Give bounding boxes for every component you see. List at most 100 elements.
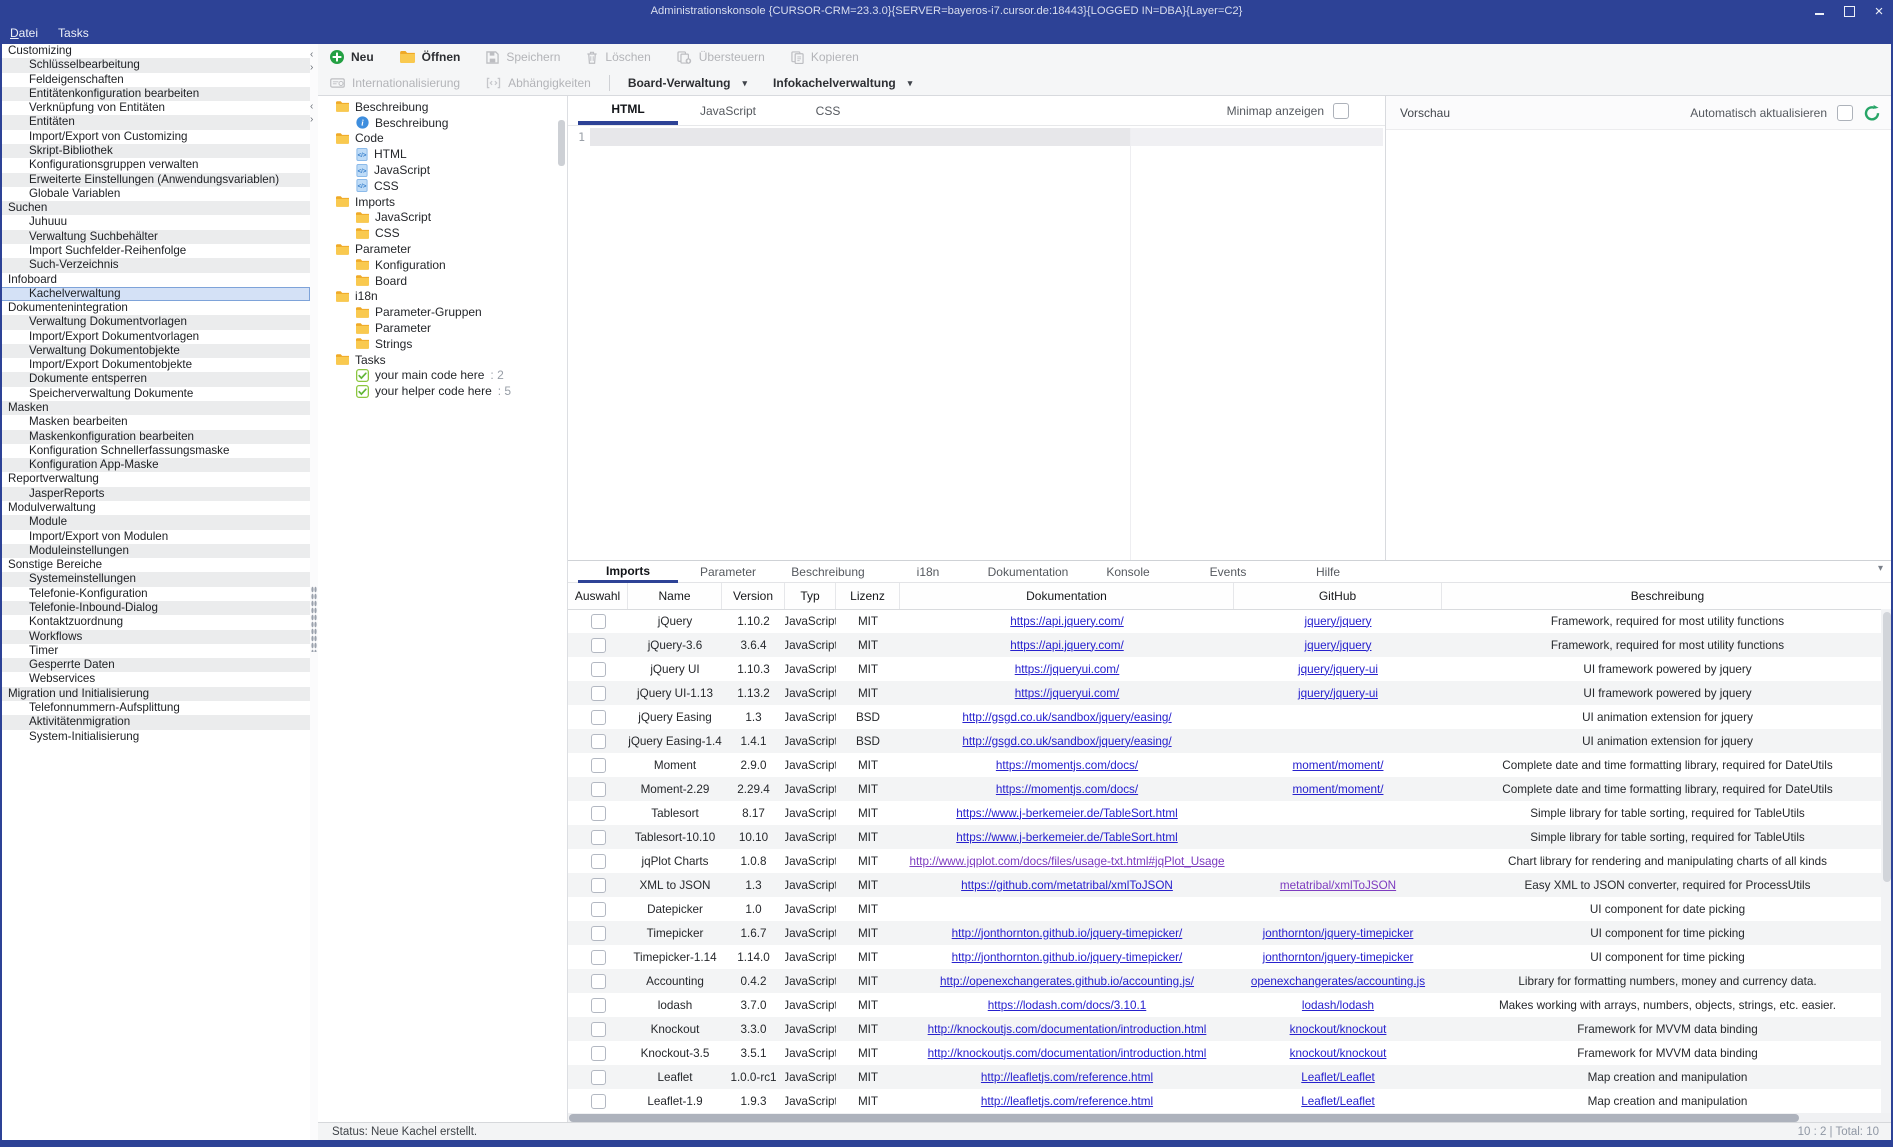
table-row-datepicker[interactable]: Datepicker1.0JavaScriptMITUI component f…: [568, 897, 1893, 921]
menu-item-datei[interactable]: Datei: [10, 26, 38, 40]
sidebar-item-jasperreports[interactable]: JasperReports: [0, 487, 310, 501]
sidebar-item-juhuuu[interactable]: Juhuuu: [0, 215, 310, 229]
sidebar-item-import-export-dokumentobjekte[interactable]: Import/Export Dokumentobjekte: [0, 358, 310, 372]
table-row-moment[interactable]: Moment2.9.0JavaScriptMIThttps://momentjs…: [568, 753, 1893, 777]
sidebar-item-telefonnummern-aufsplittung[interactable]: Telefonnummern-Aufsplittung: [0, 701, 310, 715]
documentation-link[interactable]: http://gsgd.co.uk/sandbox/jquery/easing/: [962, 735, 1171, 748]
documentation-link[interactable]: http://knockoutjs.com/documentation/intr…: [928, 1047, 1207, 1060]
github-link[interactable]: openexchangerates/accounting.js: [1251, 975, 1425, 988]
github-link[interactable]: knockout/knockout: [1290, 1023, 1387, 1036]
table-row-jquery-easing[interactable]: jQuery Easing1.3JavaScriptBSDhttp://gsgd…: [568, 705, 1893, 729]
bottom-tab-events[interactable]: Events: [1178, 561, 1278, 583]
sidebar-section-masken[interactable]: Masken: [0, 401, 310, 415]
table-row-jquery[interactable]: jQuery1.10.2JavaScriptMIThttps://api.jqu…: [568, 609, 1893, 633]
sidebar-item-import-export-von-customizing[interactable]: Import/Export von Customizing: [0, 130, 310, 144]
column-header-auswahl[interactable]: Auswahl: [568, 583, 628, 609]
sidebar-item-gesperrte-daten[interactable]: Gesperrte Daten: [0, 658, 310, 672]
row-checkbox[interactable]: [591, 926, 606, 941]
tree-item-imports[interactable]: Imports: [318, 194, 567, 210]
sidebar-item-kachelverwaltung[interactable]: Kachelverwaltung: [0, 287, 310, 301]
table-row-jquery-easing-1-4[interactable]: jQuery Easing-1.41.4.1JavaScriptBSDhttp:…: [568, 729, 1893, 753]
bottom-tab-imports[interactable]: Imports: [578, 561, 678, 583]
row-checkbox[interactable]: [591, 686, 606, 701]
toolbar-button-kopieren[interactable]: Kopieren: [791, 50, 859, 64]
sidebar-item-speicherverwaltung-dokumente[interactable]: Speicherverwaltung Dokumente: [0, 387, 310, 401]
sidebar-item-workflows[interactable]: Workflows: [0, 630, 310, 644]
table-row-timepicker-1-14[interactable]: Timepicker-1.141.14.0JavaScriptMIThttp:/…: [568, 945, 1893, 969]
github-link[interactable]: jquery/jquery-ui: [1298, 663, 1378, 676]
collapse-left-icon[interactable]: ‹: [310, 102, 313, 112]
sidebar-item-konfiguration-app-maske[interactable]: Konfiguration App-Maske: [0, 458, 310, 472]
documentation-link[interactable]: https://api.jquery.com/: [1010, 639, 1123, 652]
table-row-tablesort[interactable]: Tablesort8.17JavaScriptMIThttps://www.j-…: [568, 801, 1893, 825]
documentation-link[interactable]: https://jqueryui.com/: [1015, 687, 1120, 700]
documentation-link[interactable]: https://www.j-berkemeier.de/TableSort.ht…: [956, 807, 1178, 820]
chevron-down-icon[interactable]: ▾: [1878, 563, 1883, 574]
table-row-knockout[interactable]: Knockout3.3.0JavaScriptMIThttp://knockou…: [568, 1017, 1893, 1041]
sidebar-item-maskenkonfiguration-bearbeiten[interactable]: Maskenkonfiguration bearbeiten: [0, 430, 310, 444]
table-row-tablesort-10-10[interactable]: Tablesort-10.1010.10JavaScriptMIThttps:/…: [568, 825, 1893, 849]
column-header-version[interactable]: Version: [722, 583, 785, 609]
sidebar-item-entit-ten[interactable]: Entitäten: [0, 115, 310, 129]
toolbar-button-abh-ngigkeiten[interactable]: Abhängigkeiten: [486, 76, 591, 90]
splitter-handle[interactable]: [311, 586, 317, 652]
documentation-link[interactable]: https://api.jquery.com/: [1010, 615, 1123, 628]
toolbar-button-bersteuern[interactable]: Übersteuern: [677, 50, 765, 64]
sidebar-item-masken-bearbeiten[interactable]: Masken bearbeiten: [0, 415, 310, 429]
expand-right-icon[interactable]: ›: [310, 63, 313, 73]
row-checkbox[interactable]: [591, 734, 606, 749]
sidebar-item-skript-bibliothek[interactable]: Skript-Bibliothek: [0, 144, 310, 158]
github-link[interactable]: Leaflet/Leaflet: [1301, 1071, 1374, 1084]
sidebar-item-verwaltung-suchbeh-lter[interactable]: Verwaltung Suchbehälter: [0, 230, 310, 244]
editor-tab-css[interactable]: CSS: [778, 96, 878, 125]
documentation-link[interactable]: http://jonthornton.github.io/jquery-time…: [952, 927, 1183, 940]
sidebar-item-verkn-pfung-von-entit-ten[interactable]: Verknüpfung von Entitäten: [0, 101, 310, 115]
sidebar-item-systemeinstellungen[interactable]: Systemeinstellungen: [0, 572, 310, 586]
menu-item-tasks[interactable]: Tasks: [58, 26, 89, 40]
github-link[interactable]: jquery/jquery: [1305, 639, 1372, 652]
documentation-link[interactable]: http://leafletjs.com/reference.html: [981, 1071, 1153, 1084]
row-checkbox[interactable]: [591, 638, 606, 653]
row-checkbox[interactable]: [591, 662, 606, 677]
tree-item-code[interactable]: Code: [318, 131, 567, 147]
sidebar-item-webservices[interactable]: Webservices: [0, 672, 310, 686]
row-checkbox[interactable]: [591, 998, 606, 1013]
tree-item-html[interactable]: </>HTML: [318, 146, 567, 162]
editor-tab-javascript[interactable]: JavaScript: [678, 96, 778, 125]
table-row-jquery-ui-1-13[interactable]: jQuery UI-1.131.13.2JavaScriptMIThttps:/…: [568, 681, 1893, 705]
row-checkbox[interactable]: [591, 854, 606, 869]
sidebar-section-suchen[interactable]: Suchen: [0, 201, 310, 215]
tree-item-beschreibung[interactable]: Beschreibung: [318, 99, 567, 115]
sidebar-item-feldeigenschaften[interactable]: Feldeigenschaften: [0, 73, 310, 87]
bottom-tab-dokumentation[interactable]: Dokumentation: [978, 561, 1078, 583]
tree-item-parameter[interactable]: Parameter: [318, 320, 567, 336]
close-button[interactable]: ×: [1871, 3, 1887, 19]
row-checkbox[interactable]: [591, 1046, 606, 1061]
column-header-typ[interactable]: Typ: [785, 583, 836, 609]
documentation-link[interactable]: http://www.jqplot.com/docs/files/usage-t…: [909, 855, 1224, 868]
row-checkbox[interactable]: [591, 782, 606, 797]
documentation-link[interactable]: https://www.j-berkemeier.de/TableSort.ht…: [956, 831, 1178, 844]
editor-tab-html[interactable]: HTML: [578, 96, 678, 125]
sidebar-section-sonstige-bereiche[interactable]: Sonstige Bereiche: [0, 558, 310, 572]
table-row-xml-to-json[interactable]: XML to JSON1.3JavaScriptMIThttps://githu…: [568, 873, 1893, 897]
table-row-knockout-3-5[interactable]: Knockout-3.53.5.1JavaScriptMIThttp://kno…: [568, 1041, 1893, 1065]
sidebar-item-such-verzeichnis[interactable]: Such-Verzeichnis: [0, 258, 310, 272]
table-row-moment-2-29[interactable]: Moment-2.292.29.4JavaScriptMIThttps://mo…: [568, 777, 1893, 801]
github-link[interactable]: lodash/lodash: [1302, 999, 1374, 1012]
horizontal-scrollbar-thumb[interactable]: [569, 1114, 1799, 1122]
code-area[interactable]: 1: [568, 126, 1385, 560]
tree-item-beschreibung[interactable]: iBeschreibung: [318, 115, 567, 131]
row-checkbox[interactable]: [591, 1022, 606, 1037]
sidebar-item-telefonie-inbound-dialog[interactable]: Telefonie-Inbound-Dialog: [0, 601, 310, 615]
sidebar-item-globale-variablen[interactable]: Globale Variablen: [0, 187, 310, 201]
row-checkbox[interactable]: [591, 1094, 606, 1109]
sidebar-item-aktivit-tenmigration[interactable]: Aktivitätenmigration: [0, 715, 310, 729]
expand-right-icon[interactable]: ›: [310, 115, 313, 125]
collapse-left-icon[interactable]: ‹: [310, 50, 313, 60]
row-checkbox[interactable]: [591, 878, 606, 893]
tree-item-board[interactable]: Board: [318, 273, 567, 289]
tree-item-strings[interactable]: Strings: [318, 336, 567, 352]
tree-item-css[interactable]: </>CSS: [318, 178, 567, 194]
table-row-accounting[interactable]: Accounting0.4.2JavaScriptMIThttp://opene…: [568, 969, 1893, 993]
